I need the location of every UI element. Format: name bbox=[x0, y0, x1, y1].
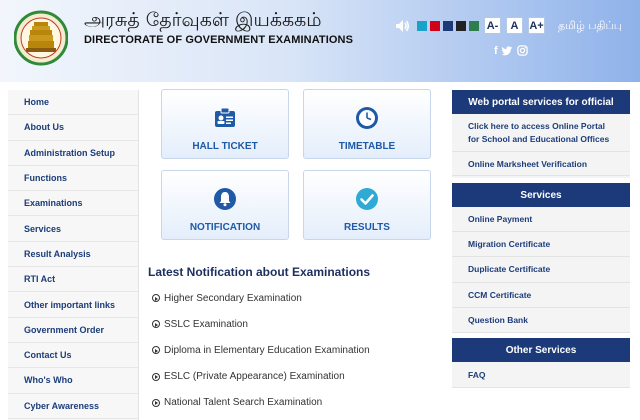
results-tile[interactable]: RESULTS bbox=[303, 170, 431, 240]
services-panel: Services Online Payment Migration Certif… bbox=[452, 183, 630, 333]
panel-heading: Web portal services for official bbox=[452, 90, 630, 114]
theme-swatch[interactable] bbox=[469, 21, 479, 31]
font-reset-button[interactable]: A bbox=[506, 17, 523, 34]
font-size-controls: A- A A+ bbox=[484, 17, 545, 34]
online-payment-link[interactable]: Online Payment bbox=[452, 207, 630, 233]
arrow-circle-icon bbox=[152, 320, 160, 329]
id-card-icon bbox=[215, 107, 235, 127]
duplicate-certificate-link[interactable]: Duplicate Certificate bbox=[452, 257, 630, 283]
social-links: f bbox=[494, 45, 528, 57]
notification-tile[interactable]: NOTIFICATION bbox=[161, 170, 289, 240]
notification-link[interactable]: Diploma in Elementary Education Examinat… bbox=[152, 337, 370, 363]
notifications-heading: Latest Notification about Examinations bbox=[148, 265, 371, 279]
nav-item-rti-act[interactable]: RTI Act bbox=[8, 267, 138, 293]
other-services-panel: Other Services FAQ bbox=[452, 338, 630, 388]
nav-item-about-us[interactable]: About Us bbox=[8, 115, 138, 141]
nav-item-services[interactable]: Services bbox=[8, 216, 138, 242]
nav-item-cyber-awareness[interactable]: Cyber Awareness bbox=[8, 394, 138, 419]
theme-swatch[interactable] bbox=[430, 21, 440, 31]
theme-swatch[interactable] bbox=[443, 21, 453, 31]
font-increase-button[interactable]: A+ bbox=[528, 17, 545, 34]
web-portal-panel: Web portal services for official Click h… bbox=[452, 90, 630, 178]
timetable-tile[interactable]: TIMETABLE bbox=[303, 89, 431, 159]
clock-icon bbox=[356, 107, 378, 129]
nav-item-whos-who[interactable]: Who's Who bbox=[8, 368, 138, 394]
marksheet-verification-link[interactable]: Online Marksheet Verification bbox=[452, 152, 630, 176]
arrow-circle-icon bbox=[152, 398, 160, 407]
tile-label: NOTIFICATION bbox=[189, 222, 261, 233]
notification-link[interactable]: National Talent Search Examination bbox=[152, 390, 370, 416]
theme-swatch[interactable] bbox=[456, 21, 466, 31]
bell-icon bbox=[214, 188, 236, 210]
twitter-icon[interactable] bbox=[501, 45, 513, 56]
nav-item-result-analysis[interactable]: Result Analysis bbox=[8, 242, 138, 268]
left-navigation: Home About Us Administration Setup Funct… bbox=[8, 90, 139, 420]
instagram-icon[interactable] bbox=[516, 45, 528, 56]
nav-item-administration-setup[interactable]: Administration Setup bbox=[8, 141, 138, 166]
arrow-circle-icon bbox=[152, 346, 160, 355]
notification-link[interactable]: Higher Secondary Examination bbox=[152, 285, 370, 311]
site-header: அரசுத் தேர்வுகள் இயக்ககம் DIRECTORATE OF… bbox=[0, 0, 640, 82]
check-circle-icon bbox=[356, 188, 378, 210]
migration-certificate-link[interactable]: Migration Certificate bbox=[452, 232, 630, 258]
speaker-icon[interactable] bbox=[394, 18, 410, 34]
arrow-circle-icon bbox=[152, 372, 160, 381]
online-portal-link[interactable]: Click here to access Online Portal for S… bbox=[452, 114, 630, 152]
tile-label: RESULTS bbox=[344, 222, 390, 233]
nav-item-government-order[interactable]: Government Order bbox=[8, 318, 138, 343]
nav-item-other-important-links[interactable]: Other important links bbox=[8, 292, 138, 318]
tile-label: HALL TICKET bbox=[192, 141, 258, 152]
notification-link[interactable]: ESLC (Private Appearance) Examination bbox=[152, 364, 370, 390]
tamilnadu-emblem-icon bbox=[14, 10, 68, 66]
theme-color-picker bbox=[417, 21, 479, 31]
facebook-icon[interactable]: f bbox=[494, 45, 498, 57]
arrow-circle-icon bbox=[152, 294, 160, 303]
ccm-certificate-link[interactable]: CCM Certificate bbox=[452, 283, 630, 308]
notifications-list: Higher Secondary Examination SSLC Examin… bbox=[152, 285, 370, 416]
hall-ticket-tile[interactable]: HALL TICKET bbox=[161, 89, 289, 159]
theme-swatch[interactable] bbox=[417, 21, 427, 31]
site-title-english: DIRECTORATE OF GOVERNMENT EXAMINATIONS bbox=[84, 34, 354, 46]
tile-label: TIMETABLE bbox=[338, 141, 396, 152]
nav-item-examinations[interactable]: Examinations bbox=[8, 191, 138, 217]
font-decrease-button[interactable]: A- bbox=[484, 17, 501, 34]
nav-item-home[interactable]: Home bbox=[8, 90, 138, 116]
nav-item-functions[interactable]: Functions bbox=[8, 166, 138, 192]
site-title-tamil: அரசுத் தேர்வுகள் இயக்ககம் bbox=[84, 9, 322, 31]
panel-heading: Services bbox=[452, 183, 630, 207]
panel-heading: Other Services bbox=[452, 338, 630, 362]
notification-link[interactable]: SSLC Examination bbox=[152, 311, 370, 337]
question-bank-link[interactable]: Question Bank bbox=[452, 308, 630, 333]
nav-item-contact-us[interactable]: Contact Us bbox=[8, 343, 138, 369]
faq-link[interactable]: FAQ bbox=[452, 362, 630, 388]
tamil-version-link[interactable]: தமிழ் பதிப்பு bbox=[558, 19, 622, 34]
